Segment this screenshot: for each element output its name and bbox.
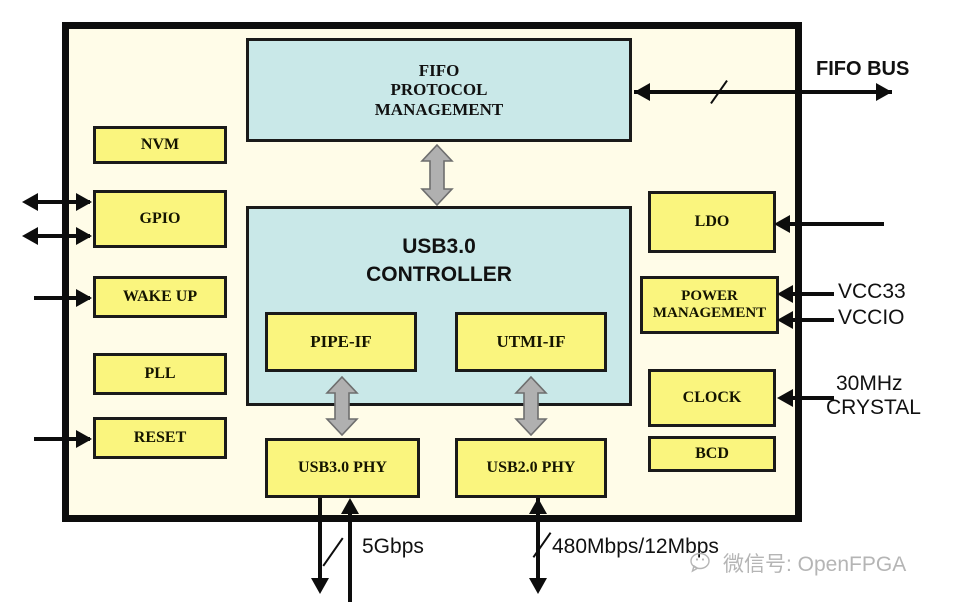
fifo-line-1: FIFO	[418, 61, 460, 81]
reset-arrow	[76, 430, 92, 448]
ldo-line	[784, 222, 884, 226]
block-power-management[interactable]: POWER MANAGEMENT	[640, 276, 779, 334]
fifo-bus-arrow-right	[876, 83, 892, 101]
usb2-phy-label: USB2.0 PHY	[486, 459, 576, 477]
wechat-icon	[690, 552, 710, 573]
block-wake-up[interactable]: WAKE UP	[93, 276, 227, 318]
utmi-if-label: UTMI-IF	[496, 332, 566, 352]
fifo-bus-arrow-left	[634, 83, 650, 101]
usb3-phy-rx-line	[348, 512, 352, 602]
block-reset[interactable]: RESET	[93, 417, 227, 459]
block-usb2-phy[interactable]: USB2.0 PHY	[455, 438, 607, 498]
block-utmi-if[interactable]: UTMI-IF	[455, 312, 607, 372]
watermark: 微信号: OpenFPGA	[690, 548, 906, 578]
clock-arrow	[777, 389, 793, 407]
bcd-label: BCD	[695, 445, 729, 463]
gray-arrow-utmi-if-to-usb2-phy	[514, 376, 548, 436]
fifo-bus-label: FIFO BUS	[816, 58, 910, 80]
usb3-phy-label: USB3.0 PHY	[298, 459, 387, 477]
vcc33-line	[790, 292, 834, 296]
block-diagram-canvas: FIFO PROTOCOL MANAGEMENT USB3.0 CONTROLL…	[0, 0, 967, 609]
pll-label: PLL	[144, 365, 176, 383]
fifo-line-3: MANAGEMENT	[374, 99, 504, 119]
gray-arrow-pipe-if-to-usb3-phy	[325, 376, 359, 436]
watermark-text: 微信号: OpenFPGA	[723, 553, 907, 576]
usb3-phy-rx-arrow	[341, 498, 359, 514]
gpio-arrow-2-in	[76, 227, 92, 245]
vccio-label: VCCIO	[838, 306, 905, 329]
crystal-label-line-1: 30MHz	[836, 372, 903, 395]
gpio-arrow-2-out	[22, 227, 38, 245]
fifo-line-2: PROTOCOL	[390, 80, 488, 100]
block-fifo-protocol-management[interactable]: FIFO PROTOCOL MANAGEMENT	[246, 38, 632, 142]
ldo-arrow	[774, 215, 790, 233]
usb3-controller-line-1: USB3.0	[402, 235, 476, 258]
usb3-speed-label: 5Gbps	[362, 535, 424, 558]
gpio-arrow-1-out	[22, 193, 38, 211]
block-pll[interactable]: PLL	[93, 353, 227, 395]
nvm-label: NVM	[140, 136, 180, 154]
vcc33-arrow	[777, 285, 793, 303]
block-usb3-phy[interactable]: USB3.0 PHY	[265, 438, 420, 498]
fifo-bus-line	[634, 90, 892, 94]
pipe-if-label: PIPE-IF	[310, 332, 372, 352]
usb3-phy-tx-arrow	[311, 578, 329, 594]
vcc33-label: VCC33	[838, 280, 906, 303]
ldo-label: LDO	[694, 213, 730, 231]
usb3-bus-width-slash	[322, 537, 344, 567]
crystal-label-line-2: CRYSTAL	[826, 396, 921, 419]
usb3-phy-tx-line	[318, 498, 322, 584]
block-pipe-if[interactable]: PIPE-IF	[265, 312, 417, 372]
vccio-arrow	[777, 311, 793, 329]
wake-up-arrow	[76, 289, 92, 307]
block-gpio[interactable]: GPIO	[93, 190, 227, 248]
gpio-arrow-1-in	[76, 193, 92, 211]
power-management-line-2: MANAGEMENT	[652, 305, 767, 321]
reset-label: RESET	[133, 429, 187, 447]
block-clock[interactable]: CLOCK	[648, 369, 776, 427]
wake-up-label: WAKE UP	[122, 288, 198, 306]
clock-label: CLOCK	[682, 389, 742, 407]
block-ldo[interactable]: LDO	[648, 191, 776, 253]
gray-arrow-fifo-to-controller	[420, 144, 454, 206]
power-management-line-1: POWER	[681, 288, 738, 305]
vccio-line	[790, 318, 834, 322]
block-nvm[interactable]: NVM	[93, 126, 227, 164]
usb2-phy-arrow-up	[529, 498, 547, 514]
block-bcd[interactable]: BCD	[648, 436, 776, 472]
gpio-label: GPIO	[139, 210, 181, 228]
usb3-controller-line-2: CONTROLLER	[366, 262, 512, 286]
usb2-phy-arrow-down	[529, 578, 547, 594]
block-usb3-controller[interactable]: USB3.0 CONTROLLER	[246, 206, 632, 406]
